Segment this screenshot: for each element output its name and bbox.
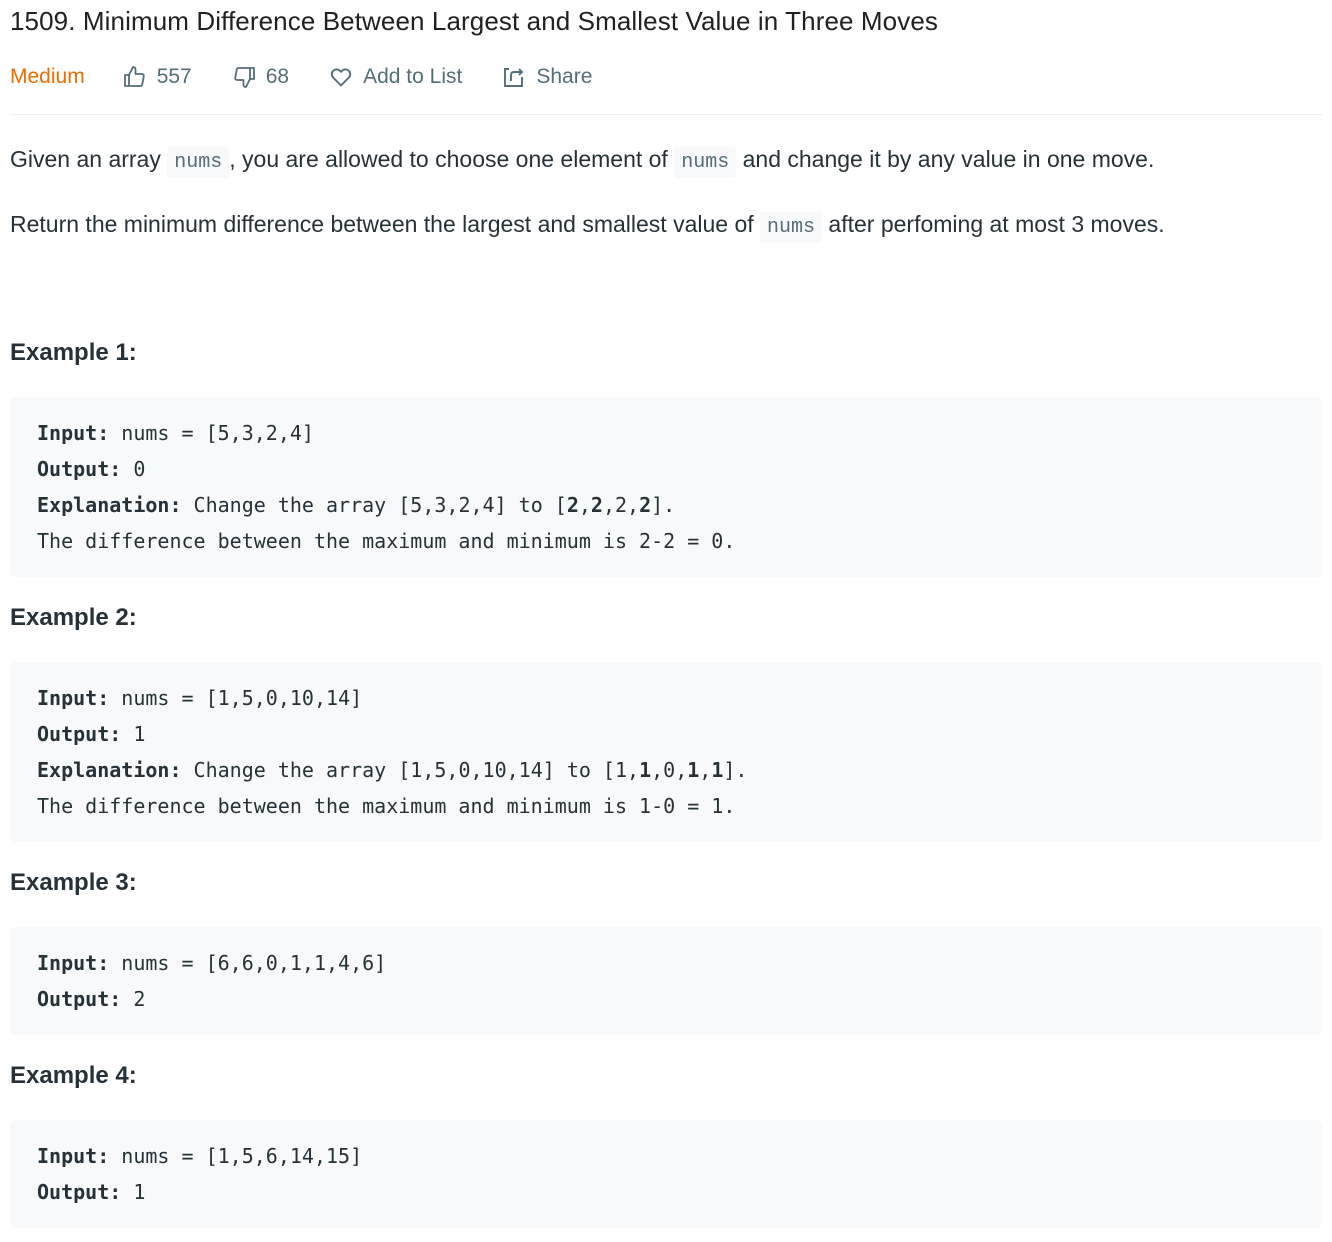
like-count: 557 [156, 65, 192, 88]
inline-code: nums [674, 147, 737, 178]
example-1-title: Example 1: [10, 339, 137, 366]
text: , you are allowed to choose one element … [229, 146, 675, 172]
example-output-line: Output: 1 [37, 716, 1295, 752]
example-3-block: Input: nums = [6,6,0,1,1,4,6] Output: 2 [10, 927, 1322, 1035]
input-value: nums = [5,3,2,4] [109, 421, 314, 445]
changed-value: 1 [711, 758, 724, 782]
example-output-line: Output: 1 [37, 1174, 1295, 1210]
difficulty-badge: Medium [10, 65, 85, 88]
changed-value: 2 [590, 493, 603, 517]
example-2-title: Example 2: [10, 604, 137, 631]
problem-page: 1509. Minimum Difference Between Largest… [0, 0, 1332, 1228]
example-explanation-line: Explanation: Change the array [5,3,2,4] … [37, 487, 1295, 523]
text: Return the minimum difference between th… [10, 211, 761, 237]
output-label: Output: [37, 1180, 122, 1204]
example-input-line: Input: nums = [6,6,0,1,1,4,6] [37, 945, 1295, 981]
output-value: 2 [121, 987, 146, 1011]
explanation-label: Explanation: [37, 493, 182, 517]
input-value: nums = [1,5,6,14,15] [109, 1144, 363, 1168]
output-value: 1 [121, 722, 146, 746]
example-output-line: Output: 2 [37, 981, 1295, 1017]
thumbs-up-icon [123, 66, 145, 87]
problem-meta-bar: Medium 557 68 Add to List Share [10, 54, 1322, 100]
inline-code: nums [760, 212, 823, 243]
input-value: nums = [1,5,0,10,14] [109, 686, 363, 710]
share-icon [504, 68, 524, 87]
input-label: Input: [37, 951, 110, 975]
array-text: , [699, 758, 712, 782]
example-input-line: Input: nums = [1,5,6,14,15] [37, 1138, 1295, 1174]
example-2-block: Input: nums = [1,5,0,10,14] Output: 1 Expl… [10, 662, 1322, 842]
explanation-array: 1,0,1,1 [639, 758, 723, 782]
example-1-block: Input: nums = [5,3,2,4] Output: 0 Explanat… [10, 397, 1322, 577]
example-output-line: Output: 0 [37, 451, 1295, 487]
explanation-line-2: The difference between the maximum and m… [37, 529, 736, 553]
share-button[interactable]: Share [502, 65, 592, 89]
example-explanation-line: Explanation: Change the array [1,5,0,10,… [37, 752, 1295, 788]
changed-value: 1 [639, 758, 652, 782]
changed-value: 2 [639, 493, 652, 517]
example-3-title: Example 3: [10, 869, 137, 896]
dislike-button[interactable]: 68 [232, 65, 289, 89]
array-text: ,0, [651, 758, 688, 782]
thumbs-down-icon [234, 67, 255, 88]
text: Given an array [10, 146, 168, 172]
add-to-list-button[interactable]: Add to List [329, 65, 462, 89]
text: and change it by any value in one move. [736, 146, 1155, 172]
output-value: 1 [121, 1180, 146, 1204]
dislike-count: 68 [265, 65, 290, 88]
example-input-line: Input: nums = [5,3,2,4] [37, 415, 1295, 451]
changed-value: 2 [566, 493, 579, 517]
input-label: Input: [37, 686, 110, 710]
like-button[interactable]: 557 [123, 65, 192, 89]
heart-icon [330, 68, 352, 87]
description-paragraph-1: Given an array nums, you are allowed to … [10, 141, 1322, 181]
inline-code: nums [167, 147, 230, 178]
problem-title: 1509. Minimum Difference Between Largest… [10, 6, 938, 36]
explanation-suffix: ]. [651, 493, 676, 517]
problem-description: Given an array nums, you are allowed to … [10, 141, 1322, 1228]
array-text: , [578, 493, 591, 517]
explanation-array: 2,2,2,2 [567, 493, 651, 517]
explanation-text: Change the array [1,5,0,10,14] to [1, [181, 758, 640, 782]
text: after perfoming at most 3 moves. [822, 211, 1165, 237]
output-label: Output: [37, 722, 122, 746]
changed-value: 1 [687, 758, 700, 782]
explanation-line-2: The difference between the maximum and m… [37, 794, 736, 818]
add-to-list-label: Add to List [363, 65, 463, 88]
input-value: nums = [6,6,0,1,1,4,6] [109, 951, 387, 975]
example-input-line: Input: nums = [1,5,0,10,14] [37, 680, 1295, 716]
description-paragraph-2: Return the minimum difference between th… [10, 206, 1322, 246]
explanation-label: Explanation: [37, 758, 182, 782]
output-label: Output: [37, 457, 122, 481]
input-label: Input: [37, 1144, 110, 1168]
explanation-suffix: ]. [723, 758, 748, 782]
array-text: ,2, [602, 493, 640, 517]
output-value: 0 [121, 457, 146, 481]
header-divider [10, 114, 1322, 115]
explanation-text: Change the array [5,3,2,4] to [ [181, 493, 567, 517]
share-label: Share [536, 65, 593, 88]
output-label: Output: [37, 987, 122, 1011]
input-label: Input: [37, 421, 110, 445]
example-4-title: Example 4: [10, 1062, 137, 1089]
example-4-block: Input: nums = [1,5,6,14,15] Output: 1 [10, 1120, 1322, 1228]
